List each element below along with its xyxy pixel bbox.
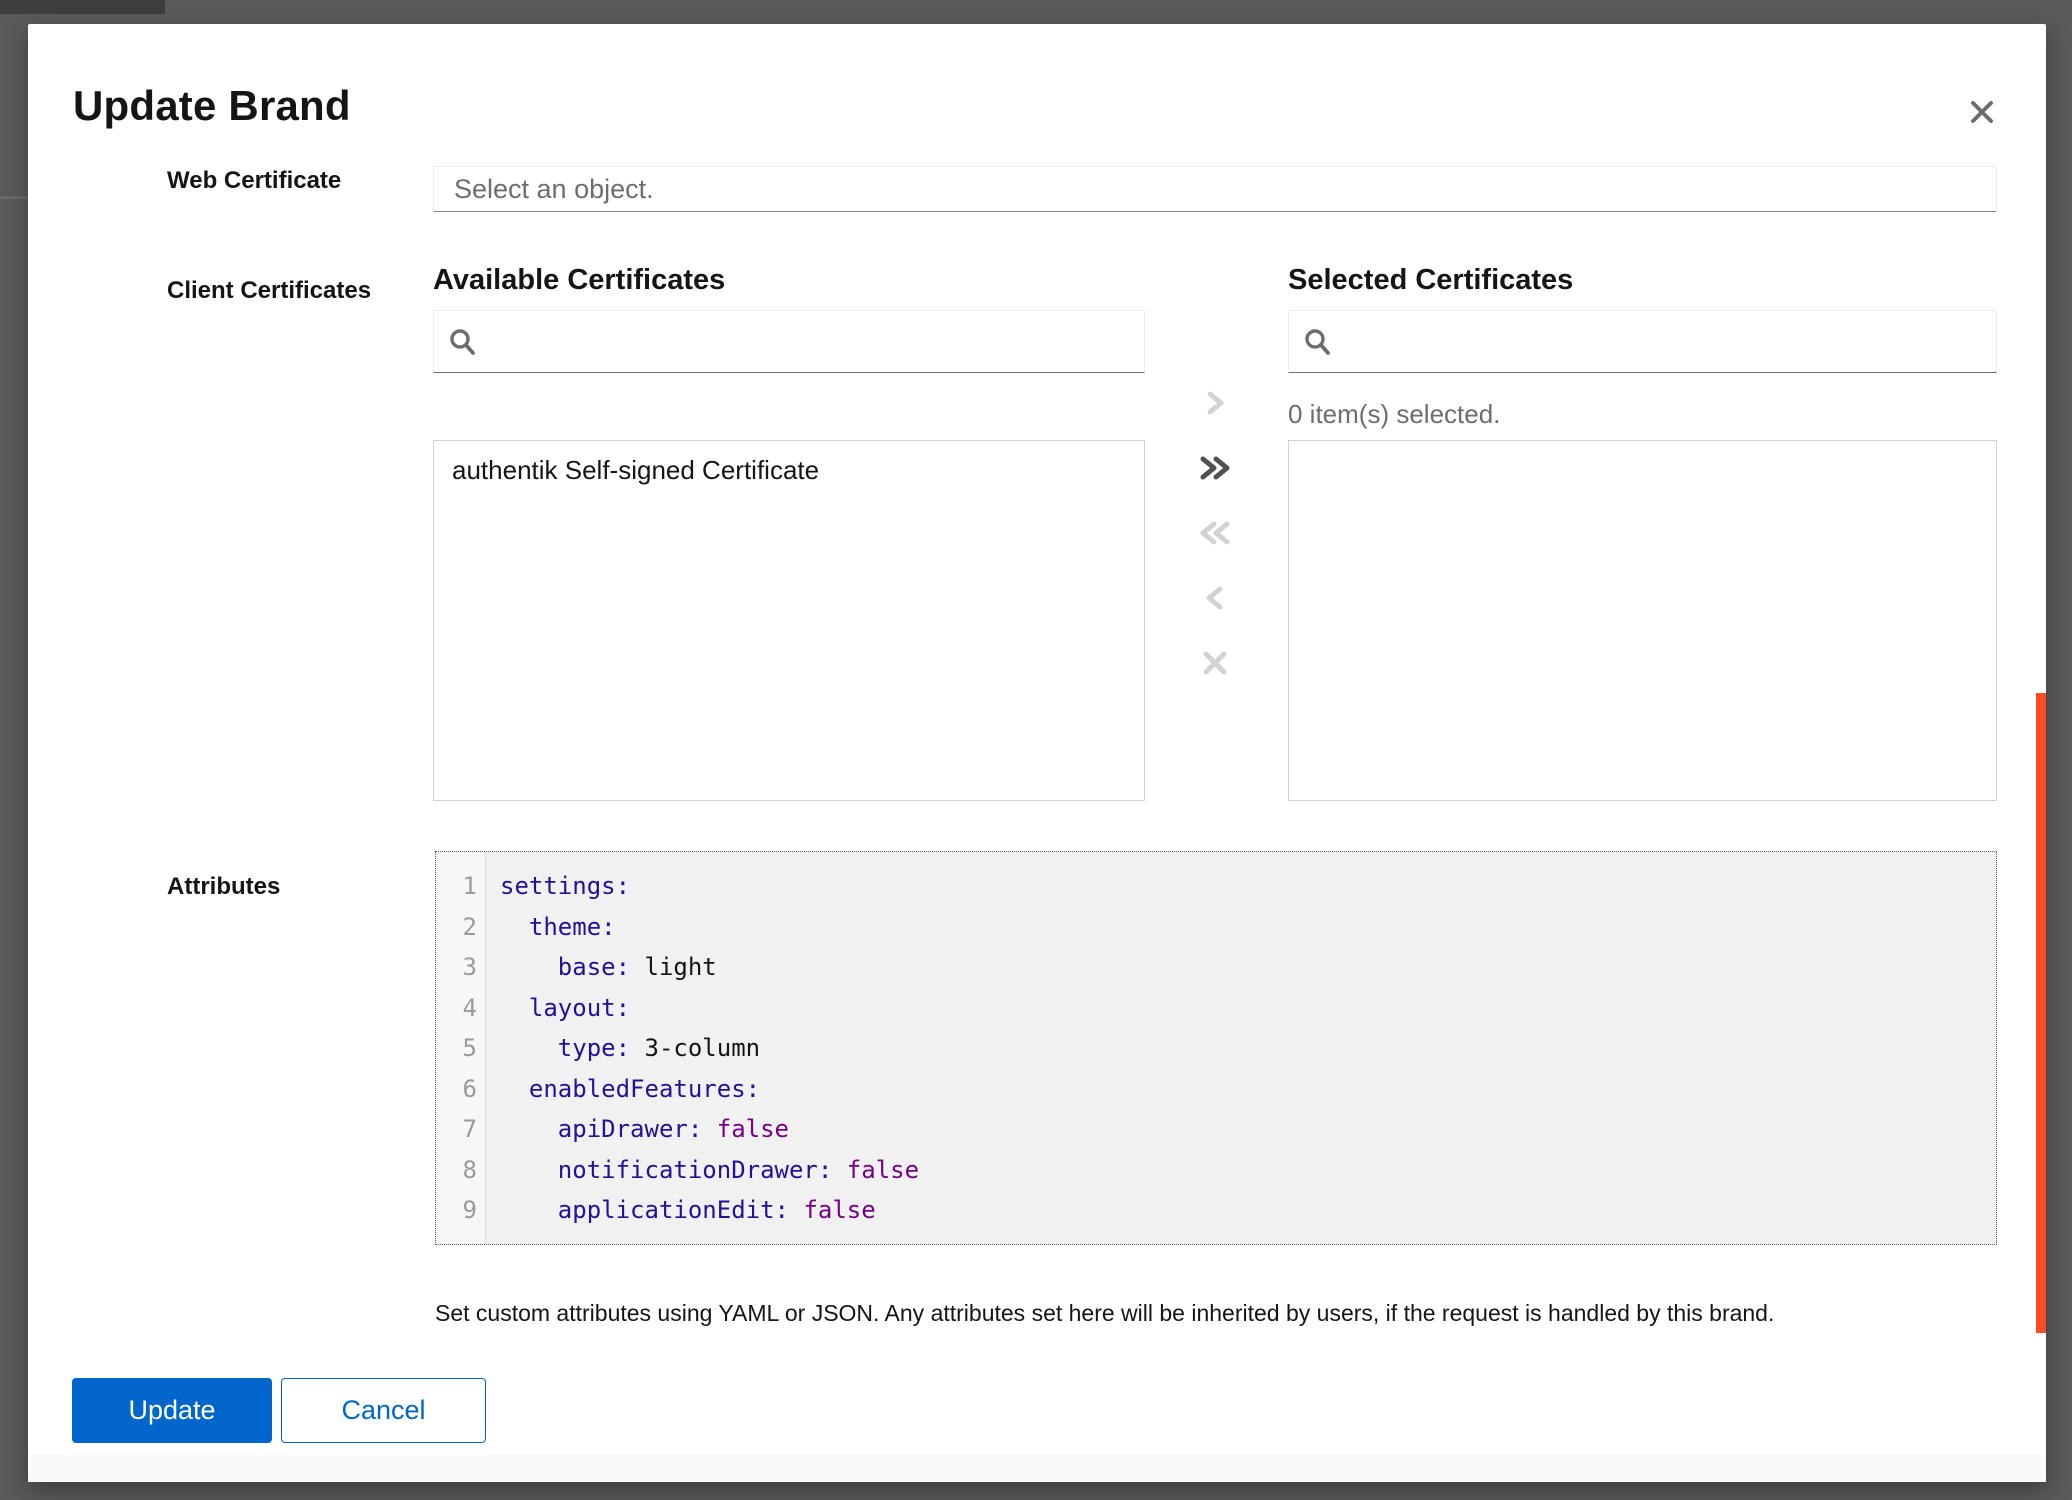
available-certificates-list: authentik Self-signed Certificate <box>433 440 1145 801</box>
available-certificates-heading: Available Certificates <box>433 262 725 298</box>
attributes-help-text: Set custom attributes using YAML or JSON… <box>435 1298 1995 1328</box>
times-icon <box>1199 647 1231 679</box>
code-content: settings: theme: base: light layout: typ… <box>486 852 1996 1244</box>
close-button[interactable] <box>1958 88 2006 136</box>
selected-certificates-heading: Selected Certificates <box>1288 262 1573 298</box>
update-button[interactable]: Update <box>72 1378 272 1443</box>
search-icon <box>448 327 478 357</box>
code-line-numbers: 123456789 <box>436 852 486 1244</box>
client-certificates-label: Client Certificates <box>167 276 371 306</box>
move-all-left-button <box>1187 505 1243 561</box>
move-all-right-button[interactable] <box>1187 440 1243 496</box>
web-certificate-label: Web Certificate <box>167 166 341 196</box>
angle-double-left-icon <box>1195 516 1235 550</box>
selected-certificates-list <box>1288 440 1997 801</box>
web-certificate-select[interactable] <box>433 166 1997 212</box>
move-selected-left-button <box>1187 570 1243 626</box>
background-page-fragment <box>0 0 165 14</box>
update-brand-modal: Update Brand Web Certificate Client Cert… <box>28 24 2046 1482</box>
cancel-button[interactable]: Cancel <box>281 1378 486 1443</box>
angle-double-right-icon <box>1195 451 1235 485</box>
available-search-input[interactable] <box>490 326 1130 357</box>
certificate-list-item[interactable]: authentik Self-signed Certificate <box>434 441 1144 500</box>
available-search-box <box>433 310 1145 373</box>
angle-left-icon <box>1200 581 1230 615</box>
background-page-fragment <box>0 196 28 199</box>
modal-footer-strip <box>28 1455 2046 1482</box>
attributes-label: Attributes <box>167 872 280 902</box>
dual-list-controls <box>1187 375 1243 691</box>
angle-right-icon <box>1200 386 1230 420</box>
move-selected-right-button <box>1187 375 1243 431</box>
selected-search-box <box>1288 310 1997 373</box>
selected-count-status: 0 item(s) selected. <box>1288 398 1500 430</box>
close-icon <box>1966 96 1998 128</box>
attributes-code-editor[interactable]: 123456789 settings: theme: base: light l… <box>435 851 1997 1245</box>
scrollbar-thumb[interactable] <box>2036 693 2046 1333</box>
selected-search-input[interactable] <box>1345 326 1982 357</box>
page-title: Update Brand <box>73 82 351 130</box>
search-icon <box>1303 327 1333 357</box>
clear-selection-button <box>1187 635 1243 691</box>
